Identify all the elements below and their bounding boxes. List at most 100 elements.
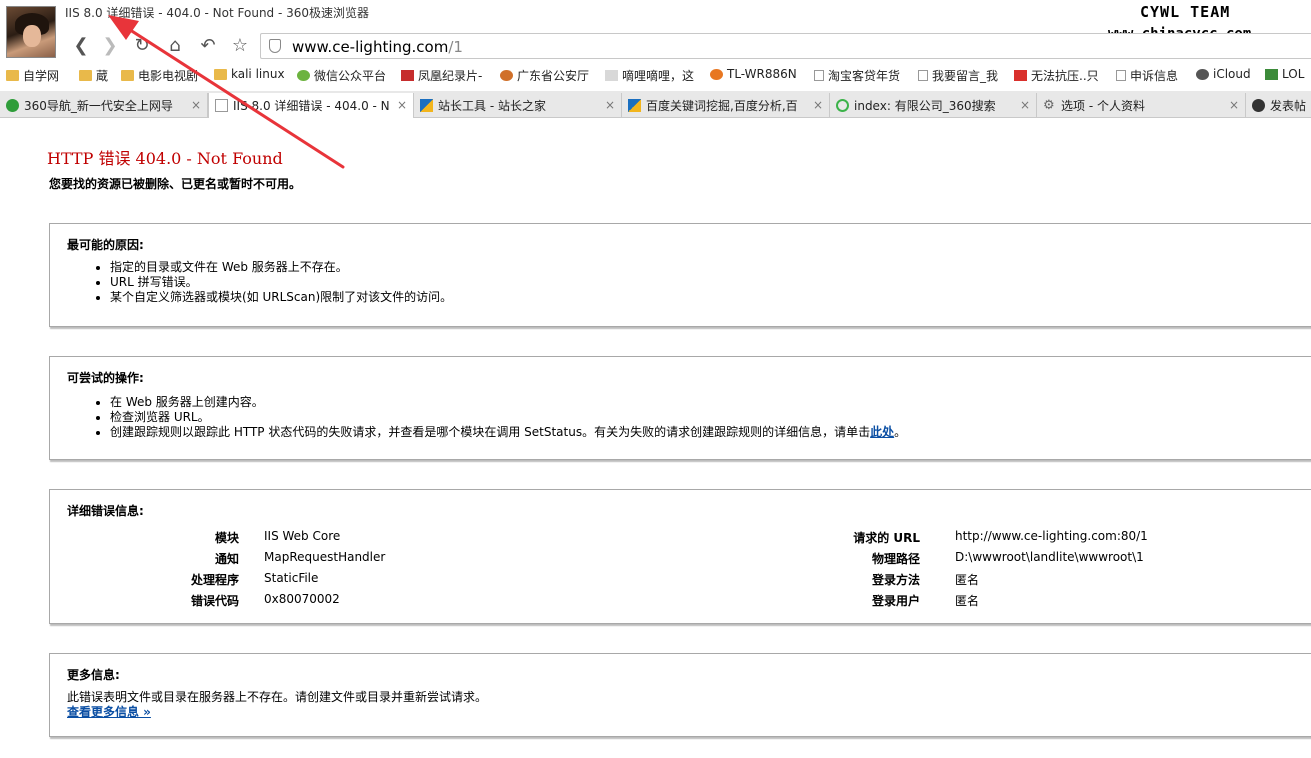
bookmark-item[interactable]: 蔵 bbox=[79, 67, 108, 84]
page-content: HTTP 错误 404.0 - Not Found 您要找的资源已被删除、已更名… bbox=[0, 118, 1311, 758]
here-link[interactable]: 此处 bbox=[870, 425, 894, 439]
title-bar: IIS 8.0 详细错误 - 404.0 - Not Found - 360极速… bbox=[0, 0, 1311, 26]
detail-key-notification: 通知 bbox=[214, 552, 239, 566]
close-icon[interactable]: × bbox=[1017, 98, 1030, 112]
router-icon bbox=[710, 68, 723, 80]
detail-key-handler: 处理程序 bbox=[190, 573, 239, 587]
more-info-box: 更多信息: 此错误表明文件或目录在服务器上不存在。请创建文件或目录并重新尝试请求… bbox=[49, 653, 1311, 737]
detail-value-physical-path: D:\wwwroot\landlite\wwwroot\1 bbox=[955, 550, 1144, 564]
close-icon[interactable]: × bbox=[393, 98, 407, 112]
page-icon bbox=[215, 99, 228, 112]
more-info-heading: 更多信息: bbox=[67, 668, 120, 682]
ifeng-icon bbox=[401, 70, 414, 81]
tab-strip: 360导航_新一代安全上网导 × IIS 8.0 详细错误 - 404.0 - N… bbox=[0, 91, 1311, 118]
detail-value-handler: StaticFile bbox=[264, 571, 319, 585]
actions-box: 可尝试的操作: 在 Web 服务器上创建内容。 检查浏览器 URL。 创建跟踪规… bbox=[49, 356, 1311, 460]
actions-heading: 可尝试的操作: bbox=[67, 371, 144, 385]
tab-options-profile[interactable]: ⚙ 选项 - 个人资料 × bbox=[1037, 93, 1246, 118]
detail-key-physical-path: 物理路径 bbox=[871, 552, 920, 566]
chinaz-icon bbox=[420, 99, 433, 112]
gear-icon: ⚙ bbox=[1043, 98, 1055, 113]
navigation-bar: ❮ ❯ ↻ ⌂ ↶ ☆ www.ce-lighting.com/1 bbox=[0, 30, 1311, 62]
window-title: IIS 8.0 详细错误 - 404.0 - Not Found - 360极速… bbox=[65, 6, 370, 20]
bookmark-item[interactable]: 申诉信息 bbox=[1116, 67, 1178, 84]
detail-key-logon-user: 登录用户 bbox=[871, 594, 920, 608]
list-item: 某个自定义筛选器或模块(如 URLScan)限制了对该文件的访问。 bbox=[110, 290, 452, 305]
bookmark-item[interactable]: TL-WR886N bbox=[710, 67, 797, 81]
causes-list: 指定的目录或文件在 Web 服务器上不存在。 URL 拼写错误。 某个自定义筛选… bbox=[110, 260, 452, 305]
undo-icon[interactable]: ↶ bbox=[197, 34, 219, 56]
error-title: HTTP 错误 404.0 - Not Found bbox=[47, 149, 283, 168]
actions-list: 在 Web 服务器上创建内容。 检查浏览器 URL。 创建跟踪规则以跟踪此 HT… bbox=[110, 395, 906, 440]
bookmark-item[interactable]: 电影电视剧 bbox=[121, 67, 198, 84]
apple-icon bbox=[1196, 68, 1209, 80]
page-icon bbox=[1116, 70, 1126, 81]
tab-360-search[interactable]: index: 有限公司_360搜索 × bbox=[830, 93, 1037, 118]
tab-360-navigation[interactable]: 360导航_新一代安全上网导 × bbox=[0, 93, 208, 118]
page-icon bbox=[918, 70, 928, 81]
tab-chinaz[interactable]: 站长工具 - 站长之家 × bbox=[414, 93, 622, 118]
detail-value-module: IIS Web Core bbox=[264, 529, 341, 543]
bookmark-item[interactable]: 广东省公安厅 bbox=[500, 67, 589, 84]
detail-value-logon-user: 匿名 bbox=[955, 594, 980, 608]
detail-value-logon-method: 匿名 bbox=[955, 573, 980, 587]
bookmark-item[interactable]: LOL bbox=[1265, 67, 1304, 81]
home-icon[interactable]: ⌂ bbox=[164, 34, 186, 56]
more-info-link[interactable]: 查看更多信息 » bbox=[67, 703, 151, 720]
360-search-icon bbox=[836, 99, 849, 112]
details-box: 详细错误信息: 模块 IIS Web Core 通知 MapRequestHan… bbox=[49, 489, 1311, 624]
causes-box: 最可能的原因: 指定的目录或文件在 Web 服务器上不存在。 URL 拼写错误。… bbox=[49, 223, 1311, 327]
bookmark-item[interactable]: 我要留言_我 bbox=[918, 67, 998, 84]
tab-iis-error[interactable]: IIS 8.0 详细错误 - 404.0 - N × bbox=[208, 93, 414, 118]
close-icon[interactable]: × bbox=[1226, 98, 1239, 112]
bookmark-item[interactable]: 无法抗压..只 bbox=[1014, 67, 1099, 84]
folder-icon bbox=[121, 70, 134, 81]
tab-baidu-keywords[interactable]: 百度关键词挖掘,百度分析,百 × bbox=[622, 93, 830, 118]
refresh-icon[interactable]: ↻ bbox=[131, 34, 153, 56]
detail-key-module: 模块 bbox=[214, 531, 239, 545]
bookmark-item[interactable]: 凤凰纪录片- bbox=[401, 67, 482, 84]
chinaz-icon bbox=[628, 99, 641, 112]
close-icon[interactable]: × bbox=[602, 98, 615, 112]
star-icon[interactable]: ☆ bbox=[229, 34, 251, 56]
360-icon bbox=[6, 99, 19, 112]
detail-value-notification: MapRequestHandler bbox=[264, 550, 386, 564]
list-item: 在 Web 服务器上创建内容。 bbox=[110, 395, 906, 410]
detail-key-requested-url: 请求的 URL bbox=[853, 531, 920, 545]
detail-key-error-code: 错误代码 bbox=[190, 594, 239, 608]
lol-icon bbox=[1265, 68, 1278, 80]
causes-heading: 最可能的原因: bbox=[67, 238, 144, 252]
bookmark-item[interactable]: kali linux bbox=[214, 67, 285, 81]
folder-icon bbox=[6, 70, 19, 81]
list-item: 指定的目录或文件在 Web 服务器上不存在。 bbox=[110, 260, 452, 275]
forward-arrow-icon[interactable]: ❯ bbox=[99, 34, 121, 56]
shield-icon bbox=[269, 39, 281, 53]
detail-key-logon-method: 登录方法 bbox=[871, 573, 920, 587]
tab-post[interactable]: 发表帖 bbox=[1246, 93, 1311, 118]
url-text[interactable]: www.ce-lighting.com/1 bbox=[292, 38, 463, 56]
list-item: 创建跟踪规则以跟踪此 HTTP 状态代码的失败请求，并查看是哪个模块在调用 Se… bbox=[110, 425, 906, 440]
error-subtitle: 您要找的资源已被删除、已更名或暂时不可用。 bbox=[49, 177, 302, 191]
forum-icon bbox=[1252, 99, 1265, 112]
bookmarks-bar: 自学网 蔵 电影电视剧 kali linux 微信公众平台 凤凰纪录片- 广东省… bbox=[0, 62, 1311, 87]
details-heading: 详细错误信息: bbox=[67, 504, 144, 518]
list-item: 检查浏览器 URL。 bbox=[110, 410, 906, 425]
address-bar[interactable]: www.ce-lighting.com/1 bbox=[260, 33, 1311, 59]
close-icon[interactable]: × bbox=[810, 98, 823, 112]
bookmark-item[interactable]: 自学网 bbox=[6, 67, 59, 84]
watermark-team: CYWL TEAM bbox=[1140, 3, 1231, 21]
bookmark-item[interactable]: 淘宝客贷年货 bbox=[814, 67, 900, 84]
list-item: URL 拼写错误。 bbox=[110, 275, 452, 290]
wechat-icon bbox=[297, 70, 310, 81]
back-arrow-icon[interactable]: ❮ bbox=[70, 34, 92, 56]
bookmark-item[interactable]: 嘀哩嘀哩，这 bbox=[605, 67, 694, 84]
detail-value-error-code: 0x80070002 bbox=[264, 592, 340, 606]
police-icon bbox=[500, 70, 513, 81]
folder-icon bbox=[79, 70, 92, 81]
folder-icon bbox=[214, 68, 227, 80]
face-icon bbox=[605, 70, 618, 81]
detail-value-requested-url: http://www.ce-lighting.com:80/1 bbox=[955, 529, 1148, 543]
bookmark-item[interactable]: 微信公众平台 bbox=[297, 67, 386, 84]
bookmark-item[interactable]: iCloud bbox=[1196, 67, 1251, 81]
close-icon[interactable]: × bbox=[188, 98, 201, 112]
